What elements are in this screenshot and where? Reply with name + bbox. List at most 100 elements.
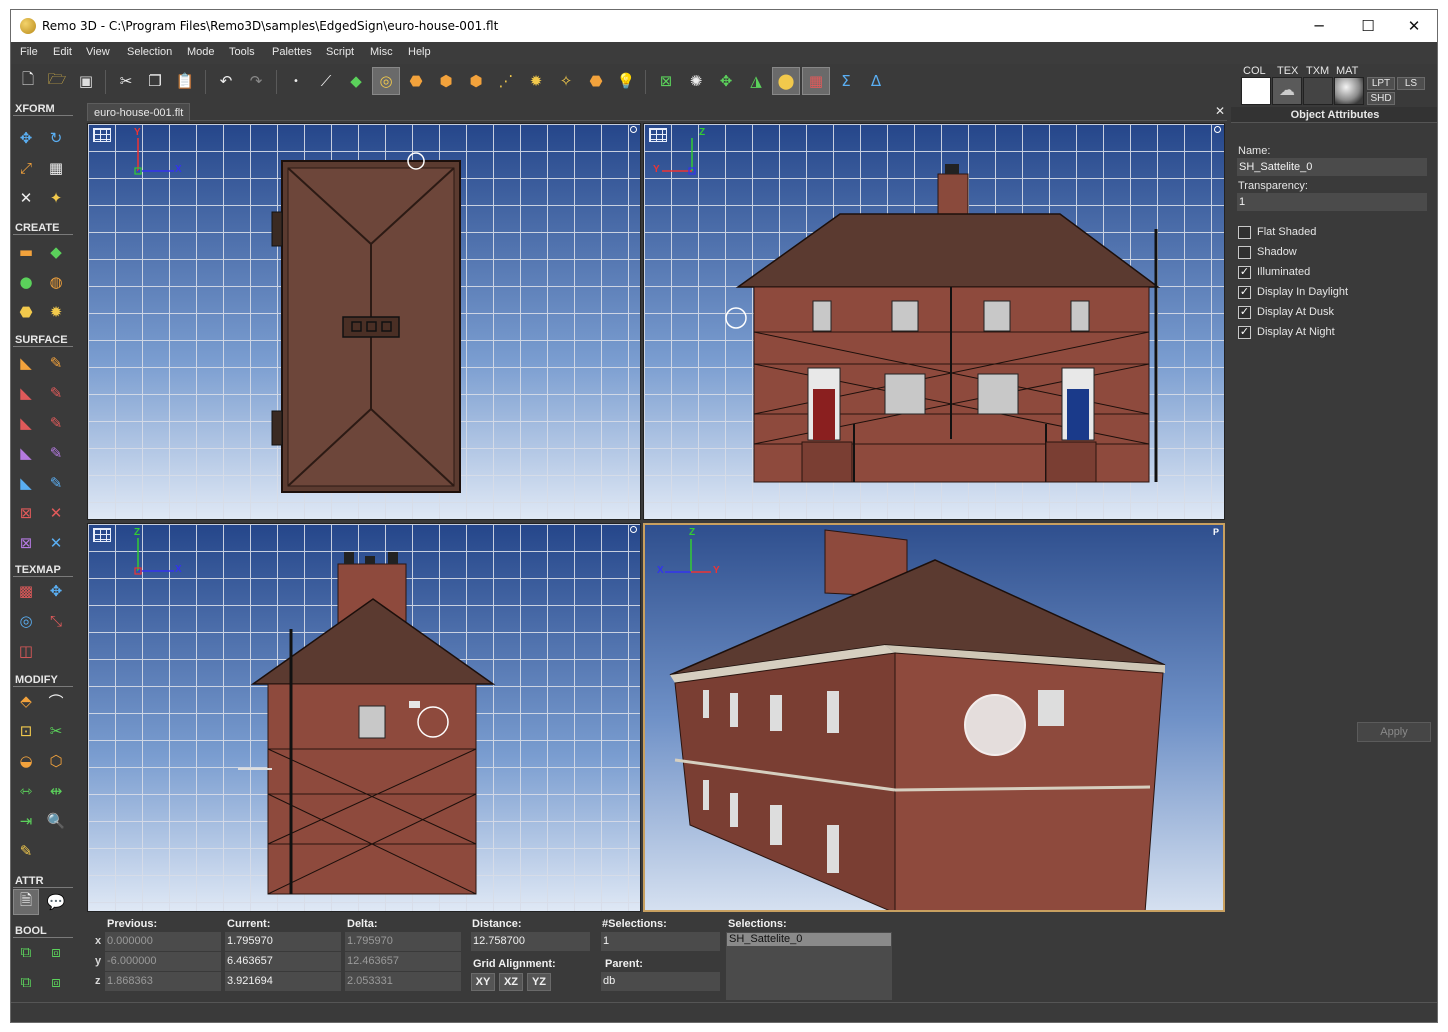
grid-xz-button[interactable]: XZ bbox=[499, 973, 523, 991]
texture-mapping-swatch[interactable] bbox=[1303, 77, 1333, 105]
menu-file[interactable]: File bbox=[20, 46, 38, 58]
edge-mode-icon[interactable]: ⟋ bbox=[312, 67, 340, 95]
apply-button[interactable]: Apply bbox=[1357, 722, 1431, 742]
selection-item[interactable]: SH_Sattelite_0 bbox=[727, 933, 891, 946]
ls-button[interactable]: LS bbox=[1397, 77, 1425, 90]
pick-shader-icon[interactable]: ✎ bbox=[43, 470, 69, 496]
modify-spread-icon[interactable]: ⇹ bbox=[43, 778, 69, 804]
paint-shader-icon[interactable]: ◣ bbox=[13, 470, 39, 496]
close-window-button[interactable]: ✕ bbox=[1391, 10, 1437, 42]
bool-union-icon[interactable]: ⧉ bbox=[13, 939, 39, 965]
face-mode-icon[interactable]: ◆ bbox=[342, 67, 370, 95]
create-face-icon[interactable]: ◆ bbox=[43, 239, 69, 265]
paint-mapping-icon[interactable]: ◣ bbox=[13, 410, 39, 436]
menu-mode[interactable]: Mode bbox=[187, 46, 215, 58]
menu-selection[interactable]: Selection bbox=[127, 46, 172, 58]
modify-split-icon[interactable]: ⊡ bbox=[13, 718, 39, 744]
grid-xy-button[interactable]: XY bbox=[471, 973, 495, 991]
rotate-icon[interactable]: ↻ bbox=[43, 125, 69, 151]
menu-script[interactable]: Script bbox=[326, 46, 354, 58]
attributes-sheet-icon[interactable]: 🗎 bbox=[13, 889, 39, 915]
close-document-button[interactable]: ✕ bbox=[1215, 104, 1225, 118]
minimize-button[interactable]: ─ bbox=[1296, 10, 1342, 42]
modify-zoom-icon[interactable]: 🔍 bbox=[43, 808, 69, 834]
menu-misc[interactable]: Misc bbox=[370, 46, 393, 58]
object-mode-icon[interactable]: ◎ bbox=[372, 67, 400, 95]
select-objects-icon[interactable]: ⬤ bbox=[772, 67, 800, 95]
undo-icon[interactable]: ↶ bbox=[212, 67, 240, 95]
clear-shader-icon[interactable]: ✕ bbox=[43, 530, 69, 556]
pick-color-icon[interactable]: ✎ bbox=[43, 350, 69, 376]
select-vertices-icon[interactable]: ✥ bbox=[712, 67, 740, 95]
statistics-sigma-icon[interactable]: Σ bbox=[832, 67, 860, 95]
texmap-rotate-icon[interactable]: ◎ bbox=[13, 608, 39, 634]
redo-icon[interactable]: ↷ bbox=[242, 67, 270, 95]
color-swatch[interactable] bbox=[1241, 77, 1271, 105]
modify-bend-icon[interactable]: ⌒ bbox=[43, 688, 69, 714]
modify-bevel-icon[interactable]: ◒ bbox=[13, 748, 39, 774]
clear-pick-icon[interactable]: ✕ bbox=[43, 500, 69, 526]
viewport-front[interactable]: Z Y bbox=[643, 123, 1225, 520]
select-lights-icon[interactable]: ✺ bbox=[682, 67, 710, 95]
copy-icon[interactable]: ❐ bbox=[141, 67, 169, 95]
modify-tool-icon[interactable]: ✎ bbox=[13, 838, 39, 864]
bool-subtract-icon[interactable]: ⧈ bbox=[43, 939, 69, 965]
create-sphere-icon[interactable]: ● bbox=[13, 269, 39, 295]
create-light-icon[interactable]: ✹ bbox=[43, 299, 69, 325]
menu-palettes[interactable]: Palettes bbox=[272, 46, 312, 58]
cut-icon[interactable]: ✂ bbox=[112, 67, 140, 95]
move-icon[interactable]: ✥ bbox=[13, 125, 39, 151]
lod-mode-icon[interactable]: ⬢ bbox=[432, 67, 460, 95]
texture-swatch-icon[interactable]: ☁ bbox=[1272, 77, 1302, 105]
material-sphere-swatch[interactable] bbox=[1334, 77, 1364, 105]
viewport-top[interactable]: Y X bbox=[87, 123, 641, 520]
light-source-icon[interactable]: 💡 bbox=[612, 67, 640, 95]
grid-yz-button[interactable]: YZ bbox=[527, 973, 551, 991]
select-grid-icon[interactable]: ▦ bbox=[802, 67, 830, 95]
modify-extrude-icon[interactable]: ⬘ bbox=[13, 688, 39, 714]
light-string-icon[interactable]: ✧ bbox=[552, 67, 580, 95]
maximize-button[interactable]: ☐ bbox=[1345, 10, 1391, 42]
shd-button[interactable]: SHD bbox=[1367, 92, 1395, 105]
pick-texture-icon[interactable]: ✎ bbox=[43, 380, 69, 406]
paint-color-icon[interactable]: ◣ bbox=[13, 350, 39, 376]
modify-weld-icon[interactable]: ⇿ bbox=[13, 778, 39, 804]
bool-intersect-icon[interactable]: ⧉ bbox=[13, 969, 39, 995]
viewport-side[interactable]: Z X bbox=[87, 523, 641, 912]
paste-icon[interactable]: 📋 bbox=[171, 67, 199, 95]
clear-material-icon[interactable]: ⊠ bbox=[13, 530, 39, 556]
name-field[interactable]: SH_Sattelite_0 bbox=[1237, 158, 1427, 176]
delta-measure-icon[interactable]: Δ bbox=[862, 67, 890, 95]
switch-mode-icon[interactable]: ⋰ bbox=[492, 67, 520, 95]
external-ref-icon[interactable]: ⬣ bbox=[582, 67, 610, 95]
pick-material-icon[interactable]: ✎ bbox=[43, 440, 69, 466]
create-external-icon[interactable]: ⬣ bbox=[13, 299, 39, 325]
menu-view[interactable]: View bbox=[86, 46, 110, 58]
transparency-field[interactable]: 1 bbox=[1237, 193, 1427, 211]
menu-help[interactable]: Help bbox=[408, 46, 431, 58]
create-box-icon[interactable]: ▬ bbox=[13, 239, 39, 265]
document-tab[interactable]: euro-house-001.flt bbox=[87, 103, 191, 121]
paint-texture-icon[interactable]: ◣ bbox=[13, 380, 39, 406]
lpt-button[interactable]: LPT bbox=[1367, 77, 1395, 90]
modify-box-icon[interactable]: ⬡ bbox=[43, 748, 69, 774]
selections-list[interactable]: SH_Sattelite_0 bbox=[726, 932, 892, 1000]
pick-mapping-icon[interactable]: ✎ bbox=[43, 410, 69, 436]
place-icon[interactable]: ✦ bbox=[43, 185, 69, 211]
mirror-icon[interactable]: ✕ bbox=[13, 185, 39, 211]
texmap-checker-icon[interactable]: ▩ bbox=[13, 578, 39, 604]
texmap-cylinder-icon[interactable]: ◫ bbox=[13, 638, 39, 664]
select-faces-icon[interactable]: ◮ bbox=[742, 67, 770, 95]
menu-tools[interactable]: Tools bbox=[229, 46, 255, 58]
comment-icon[interactable]: 💬 bbox=[43, 889, 69, 915]
bool-split-icon[interactable]: ⧈ bbox=[43, 969, 69, 995]
texmap-move-icon[interactable]: ✥ bbox=[43, 578, 69, 604]
vertex-mode-icon[interactable]: • bbox=[282, 67, 310, 95]
group-mode-icon[interactable]: ⬣ bbox=[402, 67, 430, 95]
dof-mode-icon[interactable]: ⬢ bbox=[462, 67, 490, 95]
viewport-perspective[interactable]: P Z X Y bbox=[643, 523, 1225, 912]
select-all-icon[interactable]: ⊠ bbox=[652, 67, 680, 95]
texmap-scale-icon[interactable]: ⤡ bbox=[43, 608, 69, 634]
clear-texture-icon[interactable]: ⊠ bbox=[13, 500, 39, 526]
modify-align-icon[interactable]: ⇥ bbox=[13, 808, 39, 834]
